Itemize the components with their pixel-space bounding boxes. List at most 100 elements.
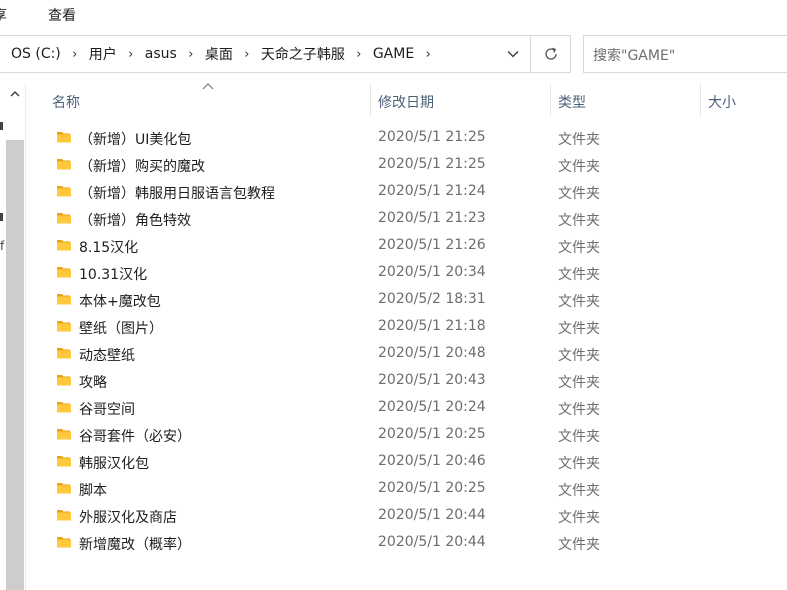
file-name: 10.31汉化 <box>79 267 148 283</box>
chevron-right-icon[interactable]: › <box>177 47 205 62</box>
file-type: 文件夹 <box>558 510 600 526</box>
chevron-right-icon[interactable]: › <box>117 47 145 62</box>
file-name: 8.15汉化 <box>79 240 139 256</box>
file-name: 动态壁纸 <box>79 348 135 364</box>
file-row[interactable]: 谷哥空间 2020/5/1 20:24 文件夹 <box>0 394 787 421</box>
file-type: 文件夹 <box>558 348 600 364</box>
menu-view[interactable]: 查看 <box>48 5 76 25</box>
folder-icon <box>57 483 71 494</box>
crumb-folder[interactable]: 天命之子韩服 <box>261 44 345 64</box>
file-date: 2020/5/1 20:48 <box>378 345 486 361</box>
folder-icon <box>57 348 71 359</box>
folder-icon <box>57 537 71 548</box>
file-row[interactable]: 8.15汉化 2020/5/1 21:26 文件夹 <box>0 232 787 259</box>
file-name: 本体+魔改包 <box>79 294 161 310</box>
file-type: 文件夹 <box>558 402 600 418</box>
column-name[interactable]: 名称 <box>52 92 80 112</box>
column-date[interactable]: 修改日期 <box>378 92 434 112</box>
ribbon-menu-bar: 享 查看 <box>0 0 787 28</box>
refresh-button[interactable] <box>533 36 569 72</box>
folder-icon <box>57 186 71 197</box>
file-date: 2020/5/1 20:44 <box>378 507 486 523</box>
file-row[interactable]: 新增魔改（概率） 2020/5/1 20:44 文件夹 <box>0 529 787 556</box>
chevron-down-icon <box>507 51 519 58</box>
file-date: 2020/5/1 20:46 <box>378 453 486 469</box>
column-size[interactable]: 大小 <box>708 92 736 112</box>
menu-share[interactable]: 享 <box>0 5 7 25</box>
column-divider[interactable] <box>370 84 371 116</box>
folder-icon <box>57 132 71 143</box>
file-name: 新增魔改（概率） <box>79 537 191 553</box>
file-row[interactable]: 外服汉化及商店 2020/5/1 20:44 文件夹 <box>0 502 787 529</box>
file-row[interactable]: 攻略 2020/5/1 20:43 文件夹 <box>0 367 787 394</box>
folder-icon <box>57 456 71 467</box>
file-name: 外服汉化及商店 <box>79 510 177 526</box>
search-input[interactable]: 搜索"GAME" <box>593 45 675 65</box>
file-name: 攻略 <box>79 375 107 391</box>
column-divider[interactable] <box>700 84 701 116</box>
column-header: 名称 修改日期 类型 大小 <box>26 83 787 116</box>
file-date: 2020/5/1 21:26 <box>378 237 486 253</box>
file-row[interactable]: 谷哥套件（必安） 2020/5/1 20:25 文件夹 <box>0 421 787 448</box>
file-name: 壁纸（图片） <box>79 321 163 337</box>
file-name: 脚本 <box>79 483 107 499</box>
chevron-right-icon[interactable]: › <box>61 47 89 62</box>
file-type: 文件夹 <box>558 483 600 499</box>
folder-icon <box>57 159 71 170</box>
file-date: 2020/5/1 21:23 <box>378 210 486 226</box>
file-row[interactable]: 10.31汉化 2020/5/1 20:34 文件夹 <box>0 259 787 286</box>
file-row[interactable]: 韩服汉化包 2020/5/1 20:46 文件夹 <box>0 448 787 475</box>
file-name: （新增）角色特效 <box>79 213 191 229</box>
file-type: 文件夹 <box>558 537 600 553</box>
folder-icon <box>57 510 71 521</box>
file-row[interactable]: （新增）购买的魔改 2020/5/1 21:25 文件夹 <box>0 151 787 178</box>
file-date: 2020/5/1 21:18 <box>378 318 486 334</box>
folder-icon <box>57 213 71 224</box>
column-type[interactable]: 类型 <box>558 92 586 112</box>
crumb-drive[interactable]: OS (C:) <box>11 46 61 62</box>
file-type: 文件夹 <box>558 294 600 310</box>
file-row[interactable]: （新增）韩服用日服语言包教程 2020/5/1 21:24 文件夹 <box>0 178 787 205</box>
folder-icon <box>57 267 71 278</box>
file-type: 文件夹 <box>558 132 600 148</box>
file-date: 2020/5/2 18:31 <box>378 291 486 307</box>
file-date: 2020/5/1 20:43 <box>378 372 486 388</box>
file-name: （新增）UI美化包 <box>79 132 192 148</box>
column-divider[interactable] <box>550 84 551 116</box>
folder-icon <box>57 321 71 332</box>
address-bar[interactable]: OS (C:) › 用户 › asus › 桌面 › 天命之子韩服 › GAME… <box>0 35 571 73</box>
file-row[interactable]: 壁纸（图片） 2020/5/1 21:18 文件夹 <box>0 313 787 340</box>
chevron-right-icon[interactable]: › <box>414 47 442 62</box>
file-row[interactable]: 本体+魔改包 2020/5/2 18:31 文件夹 <box>0 286 787 313</box>
file-type: 文件夹 <box>558 429 600 445</box>
chevron-up-icon <box>10 91 20 97</box>
file-type: 文件夹 <box>558 456 600 472</box>
crumb-desktop[interactable]: 桌面 <box>205 44 233 64</box>
file-row[interactable]: 动态壁纸 2020/5/1 20:48 文件夹 <box>0 340 787 367</box>
file-type: 文件夹 <box>558 186 600 202</box>
file-date: 2020/5/1 20:34 <box>378 264 486 280</box>
search-box[interactable]: 搜索"GAME" <box>583 35 787 73</box>
crumb-users[interactable]: 用户 <box>89 44 117 64</box>
crumb-current[interactable]: GAME <box>373 46 414 62</box>
scroll-up-button[interactable] <box>8 86 22 102</box>
file-name: （新增）韩服用日服语言包教程 <box>79 186 275 202</box>
file-date: 2020/5/1 21:24 <box>378 183 486 199</box>
chevron-right-icon[interactable]: › <box>345 47 373 62</box>
file-name: 韩服汉化包 <box>79 456 149 472</box>
file-row[interactable]: （新增）角色特效 2020/5/1 21:23 文件夹 <box>0 205 787 232</box>
breadcrumb: OS (C:) › 用户 › asus › 桌面 › 天命之子韩服 › GAME… <box>11 36 442 72</box>
file-row[interactable]: （新增）UI美化包 2020/5/1 21:25 文件夹 <box>0 124 787 151</box>
folder-icon <box>57 240 71 251</box>
folder-icon <box>57 429 71 440</box>
file-row[interactable]: 脚本 2020/5/1 20:25 文件夹 <box>0 475 787 502</box>
address-history-button[interactable] <box>499 36 527 72</box>
file-type: 文件夹 <box>558 159 600 175</box>
file-type: 文件夹 <box>558 240 600 256</box>
chevron-right-icon[interactable]: › <box>233 47 261 62</box>
crumb-user[interactable]: asus <box>145 46 177 62</box>
refresh-icon <box>545 47 557 60</box>
file-name: 谷哥套件（必安） <box>79 429 191 445</box>
folder-icon <box>57 402 71 413</box>
file-type: 文件夹 <box>558 375 600 391</box>
